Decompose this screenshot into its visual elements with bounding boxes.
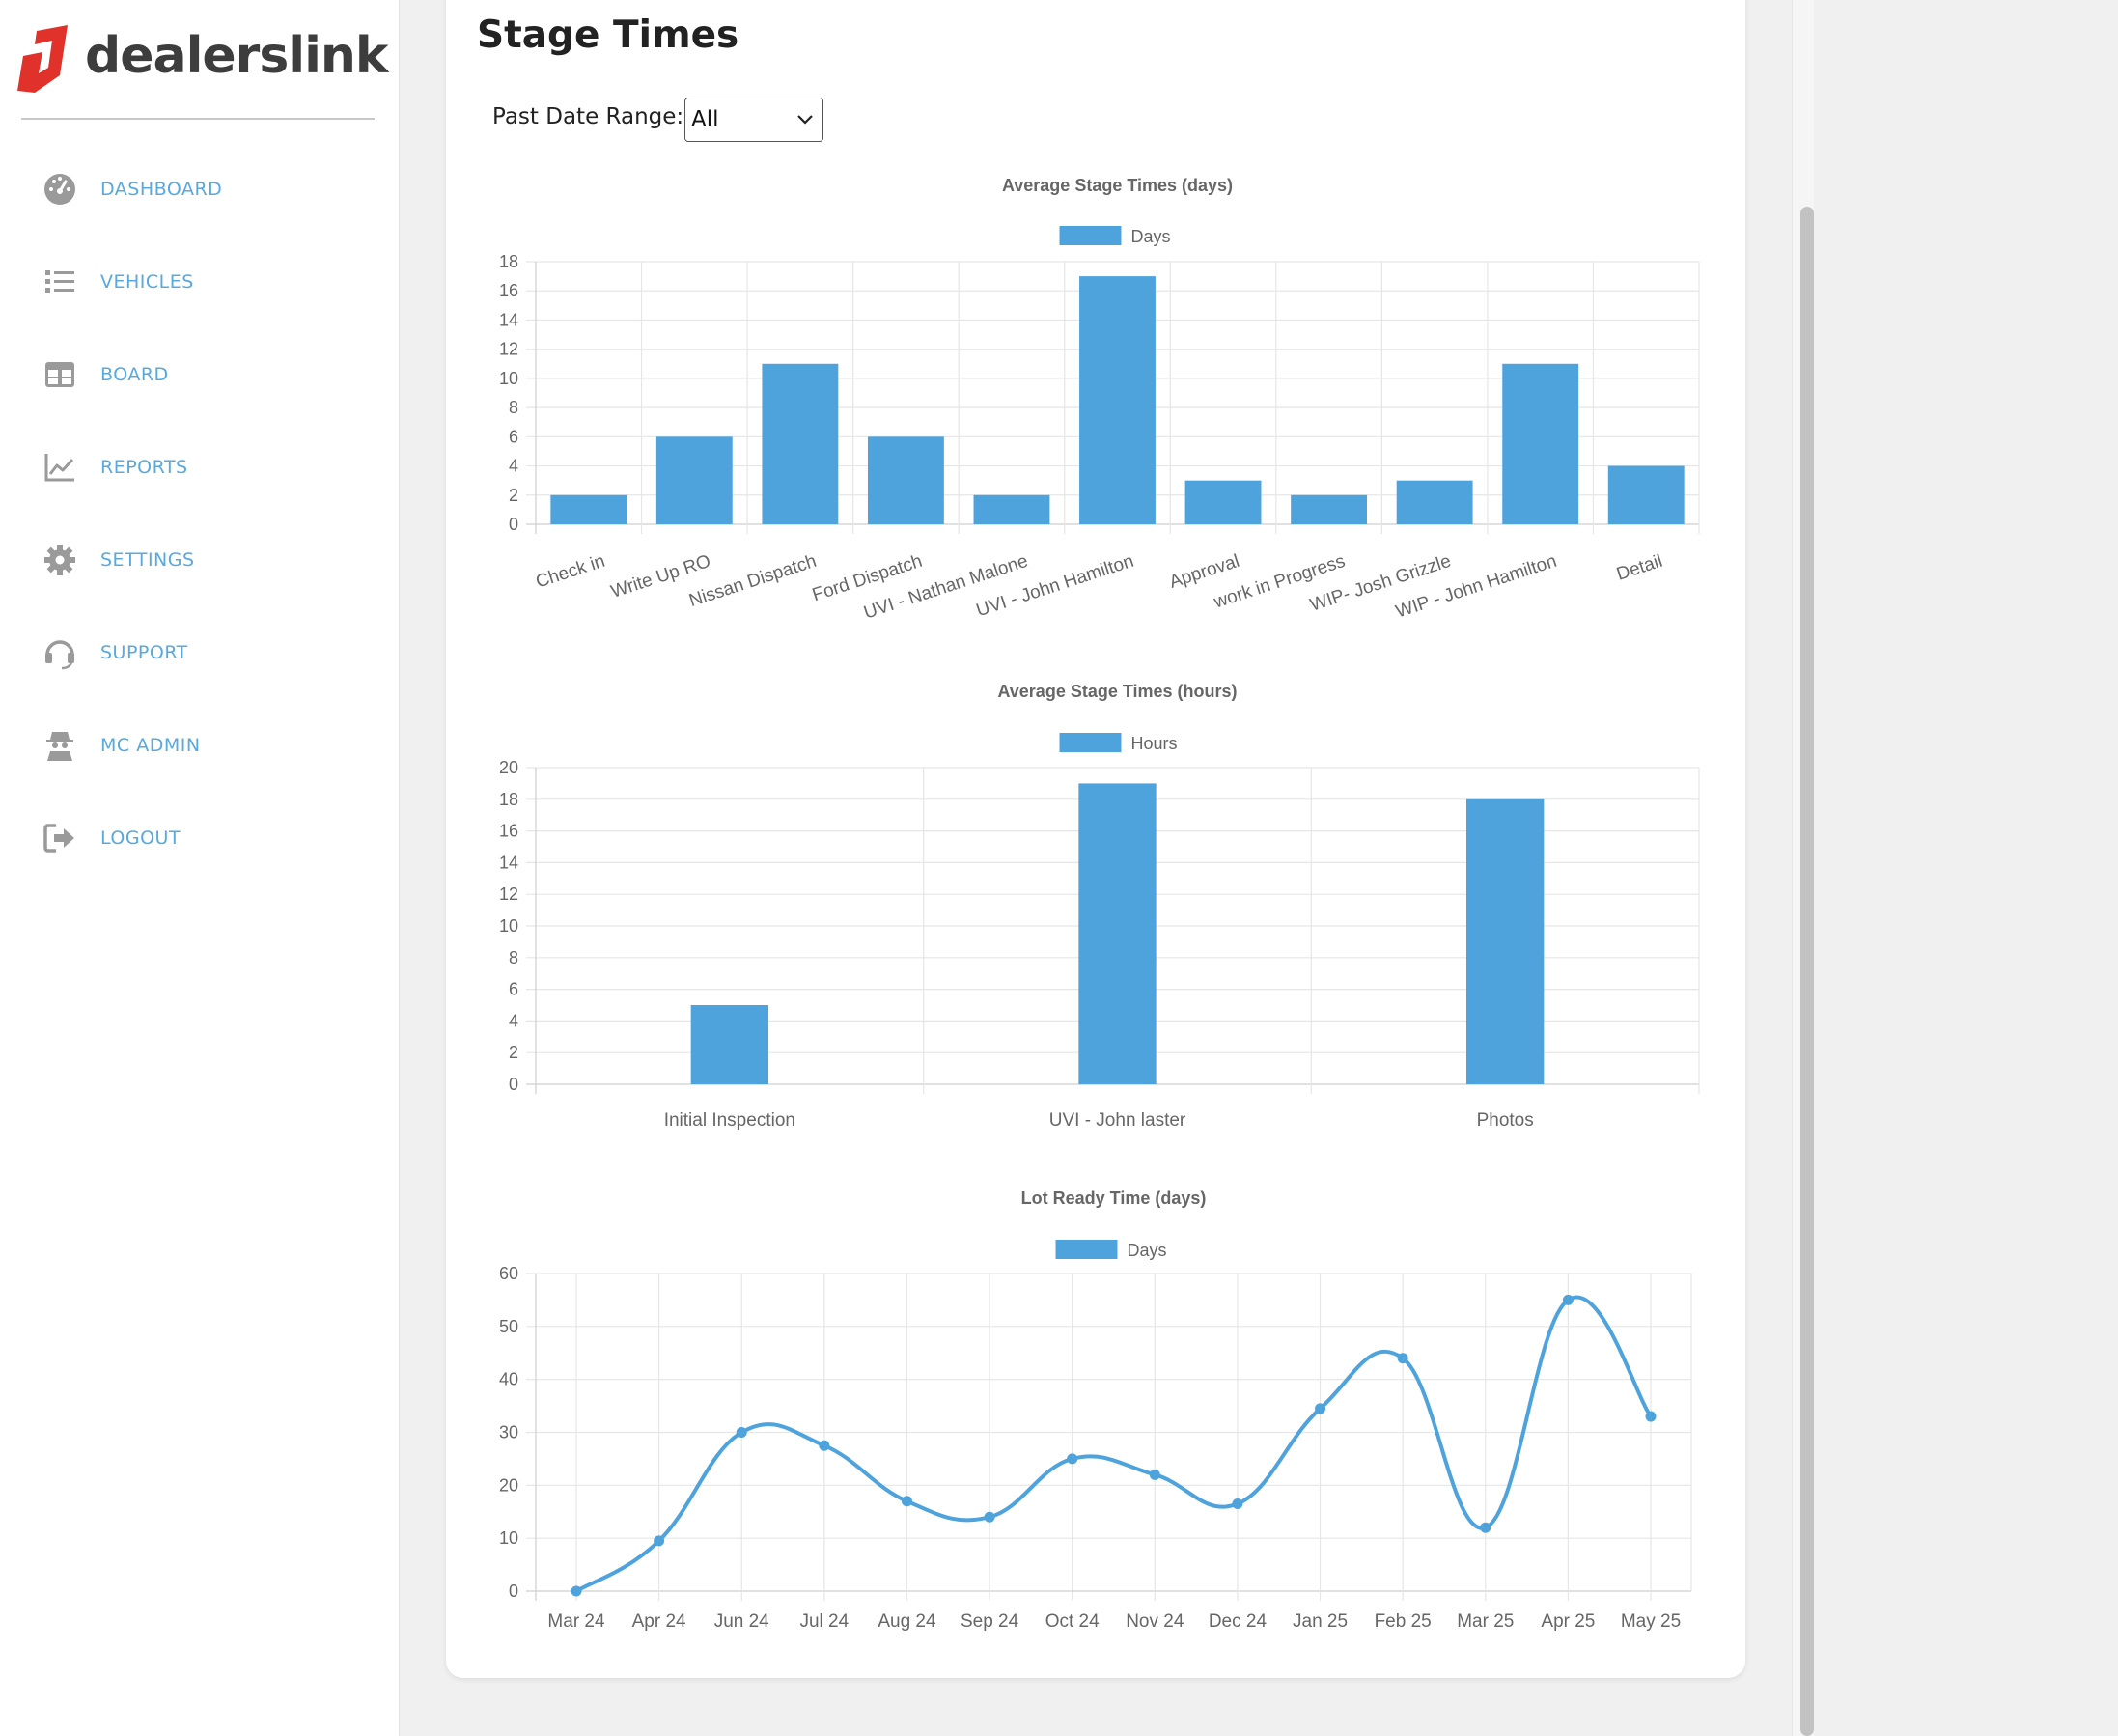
- data-point: [984, 1511, 995, 1523]
- data-point: [1562, 1294, 1574, 1305]
- data-point: [819, 1440, 830, 1451]
- x-tick-label: Jul 24: [799, 1611, 849, 1632]
- data-point: [1067, 1453, 1078, 1465]
- x-tick-label: Jun 24: [714, 1611, 769, 1632]
- data-point: [1232, 1498, 1243, 1510]
- x-tick-label: Apr 25: [1541, 1611, 1595, 1632]
- legend-label: Days: [1128, 1241, 1167, 1260]
- data-point: [1315, 1403, 1326, 1414]
- x-tick-label: May 25: [1621, 1611, 1681, 1632]
- x-tick-label: Aug 24: [878, 1611, 936, 1632]
- x-tick-label: Sep 24: [961, 1611, 1019, 1632]
- data-point: [1397, 1353, 1408, 1364]
- y-tick-label: 30: [499, 1423, 518, 1442]
- x-tick-label: Mar 24: [547, 1611, 605, 1632]
- lot-ready-time-chart: Lot Ready Time (days) Days 0 10 20 30 40 50 60 Ma…: [499, 1189, 1692, 1632]
- x-tick-label: Mar 25: [1457, 1611, 1514, 1632]
- data-point: [571, 1585, 582, 1597]
- data-point: [1149, 1469, 1160, 1480]
- x-tick-label: Feb 25: [1375, 1611, 1432, 1632]
- x-tick-label: Jan 25: [1293, 1611, 1348, 1632]
- data-point: [1480, 1522, 1491, 1533]
- y-tick-label: 50: [499, 1317, 518, 1336]
- y-tick-label: 40: [499, 1370, 518, 1389]
- data-point: [1645, 1411, 1657, 1422]
- y-tick-label: 20: [499, 1475, 518, 1495]
- data-point: [901, 1496, 912, 1507]
- series-line: [574, 1295, 1653, 1593]
- y-tick-label: 0: [509, 1582, 518, 1601]
- data-point: [654, 1535, 665, 1547]
- x-tick-label: Dec 24: [1209, 1611, 1268, 1632]
- x-tick-label: Apr 24: [632, 1611, 686, 1632]
- x-tick-label: Nov 24: [1126, 1611, 1184, 1632]
- chart-title: Lot Ready Time (days): [1021, 1189, 1207, 1208]
- legend-swatch: [1055, 1240, 1118, 1259]
- x-tick-label: Oct 24: [1045, 1611, 1100, 1632]
- y-tick-label: 10: [499, 1528, 518, 1548]
- y-tick-label: 60: [499, 1264, 518, 1283]
- data-point: [736, 1427, 747, 1438]
